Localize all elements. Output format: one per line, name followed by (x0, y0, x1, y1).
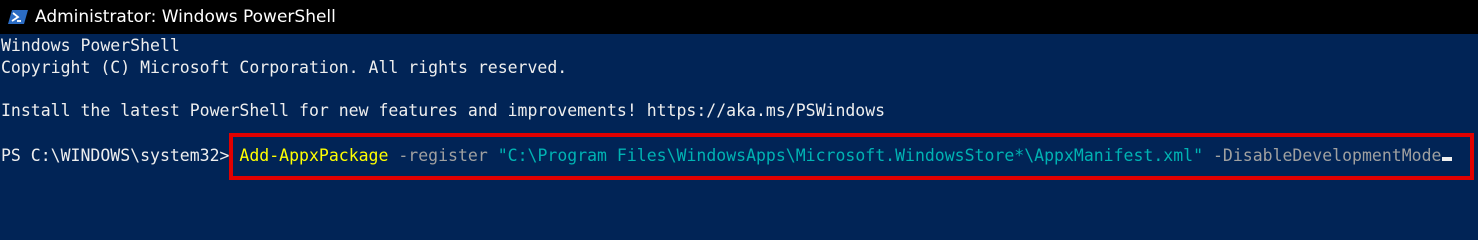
title-bar[interactable]: Administrator: Windows PowerShell (0, 0, 1478, 34)
command-line[interactable]: PS C:\WINDOWS\system32> Add-AppxPackage … (1, 145, 1453, 167)
console-line: Windows PowerShell (1, 36, 180, 55)
console-line: Copyright (C) Microsoft Corporation. All… (1, 58, 568, 77)
register-parameter: -register (388, 146, 498, 165)
disable-development-mode-parameter: -DisableDevelopmentMode (1203, 146, 1442, 165)
prompt: PS C:\WINDOWS\system32> (1, 146, 240, 165)
console-line: Install the latest PowerShell for new fe… (1, 101, 886, 120)
powershell-icon (8, 7, 28, 27)
console-output[interactable]: Windows PowerShell Copyright (C) Microso… (0, 34, 1478, 236)
window-title: Administrator: Windows PowerShell (35, 7, 336, 27)
powershell-window: Administrator: Windows PowerShell Window… (0, 0, 1478, 236)
text-cursor (1442, 157, 1453, 161)
cmdlet-name: Add-AppxPackage (239, 146, 389, 165)
manifest-path-string: "C:\Program Files\WindowsApps\Microsoft.… (497, 146, 1204, 165)
